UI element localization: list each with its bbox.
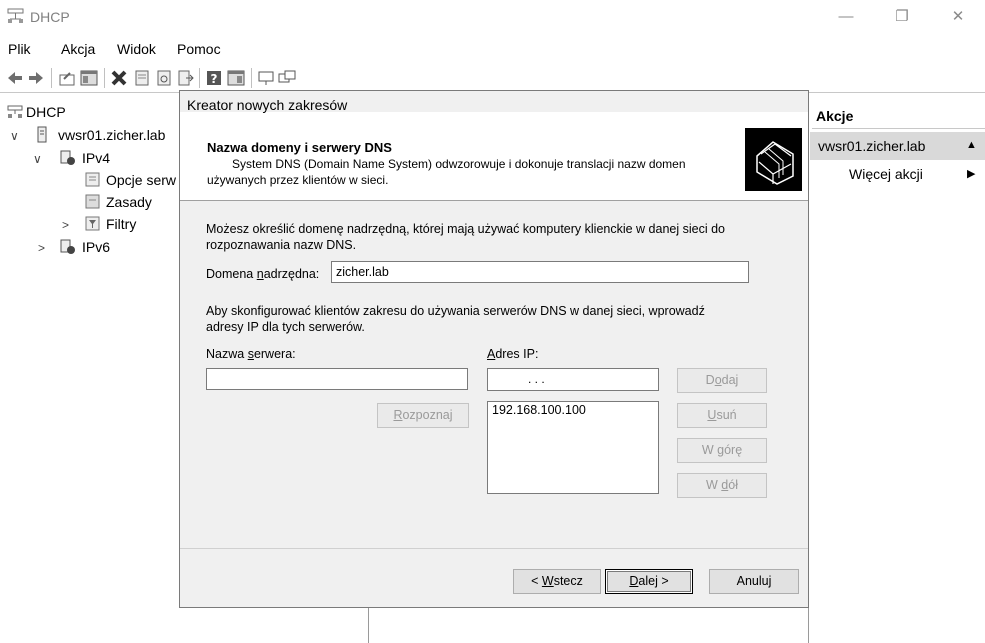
window-title: DHCP [30, 9, 70, 25]
up-icon[interactable] [58, 69, 76, 87]
forward-icon[interactable] [27, 69, 45, 87]
dns-servers-intro: Aby skonfigurować klientów zakresu do uż… [206, 303, 705, 335]
wizard-books-icon [745, 128, 802, 191]
tree-item-policies[interactable]: Zasady [106, 194, 152, 210]
chevron-down-icon[interactable]: ∨ [10, 129, 19, 143]
list-item[interactable]: 192.168.100.100 [488, 402, 658, 418]
policies-icon [85, 194, 100, 209]
toolbar-separator [199, 68, 200, 88]
intro-line: Aby skonfigurować klientów zakresu do uż… [206, 304, 705, 318]
add-button[interactable]: Dodaj [677, 368, 767, 393]
back-icon[interactable] [6, 69, 24, 87]
dhcp-root-icon [7, 105, 23, 118]
chevron-right-icon[interactable]: > [62, 218, 69, 232]
next-button[interactable]: Dalej > [605, 569, 693, 594]
dhcp-app-icon [7, 8, 24, 23]
tree-item-ipv4[interactable]: IPv4 [82, 150, 110, 166]
properties-icon[interactable] [133, 69, 151, 87]
tree-item-server[interactable]: vwsr01.zicher.lab [58, 127, 165, 143]
chevron-down-icon[interactable]: ∨ [33, 152, 42, 166]
scope-options-icon [85, 172, 100, 187]
tree-item-filters[interactable]: Filtry [106, 216, 136, 232]
menu-action[interactable]: Akcja [61, 41, 95, 57]
remove-button[interactable]: Usuń [677, 403, 767, 428]
wizard-page-description: System DNS (Domain Name System) odwzorow… [207, 156, 732, 188]
move-down-button[interactable]: W dół [677, 473, 767, 498]
resolve-button[interactable]: Rozpoznaj [377, 403, 469, 428]
wizard-page-heading: Nazwa domeny i serwery DNS [207, 140, 392, 155]
filters-icon [85, 216, 100, 231]
refresh-icon[interactable] [155, 69, 173, 87]
collapse-up-icon[interactable]: ▲ [966, 139, 977, 151]
actions-header: Akcje [812, 103, 985, 129]
description-line: używanych przez klientów w sieci. [207, 173, 389, 187]
intro-line: Możesz określić domenę nadrzędną, której… [206, 222, 725, 236]
action-pane-icon[interactable] [227, 69, 245, 87]
export-icon[interactable] [177, 69, 195, 87]
toolbar-separator [104, 68, 105, 88]
menu-view[interactable]: Widok [117, 41, 156, 57]
cancel-button[interactable]: Anuluj [709, 569, 799, 594]
dns-ip-list[interactable]: 192.168.100.100 [487, 401, 659, 494]
tree-item-ipv6[interactable]: IPv6 [82, 239, 110, 255]
svg-text:?: ? [211, 72, 218, 86]
toolbar-separator [51, 68, 52, 88]
chevron-right-icon[interactable]: > [38, 241, 45, 255]
submenu-arrow-icon: ▶ [967, 168, 976, 180]
console-tree-icon[interactable] [80, 69, 98, 87]
ipv6-icon [60, 239, 75, 254]
intro-line: rozpoznawania nazw DNS. [206, 238, 357, 252]
tree-item-scope-options[interactable]: Opcje serw [106, 172, 176, 188]
more-actions-item[interactable]: Więcej akcji [849, 166, 923, 182]
ip-address-label: Adres IP: [487, 347, 539, 361]
parent-domain-intro: Możesz określić domenę nadrzędną, której… [206, 221, 725, 253]
maximize-button[interactable]: ❐ [879, 0, 925, 34]
menu-help[interactable]: Pomoc [177, 41, 221, 57]
footer-divider [180, 548, 808, 549]
description-line: System DNS (Domain Name System) odwzorow… [232, 157, 686, 171]
parent-domain-label: Domena nadrzędna: [206, 267, 320, 281]
server-node-icon [37, 126, 47, 143]
scope-icon[interactable] [278, 69, 296, 87]
parent-domain-input[interactable] [331, 261, 749, 283]
ip-dots: . . . [528, 372, 545, 386]
server-icon[interactable] [257, 69, 275, 87]
ip-address-input[interactable]: . . . [487, 368, 659, 391]
server-name-label: Nazwa serwera: [206, 347, 296, 361]
move-up-button[interactable]: W górę [677, 438, 767, 463]
help-icon[interactable]: ? [205, 69, 223, 87]
actions-section-label: vwsr01.zicher.lab [818, 138, 926, 154]
ipv4-icon [60, 150, 75, 165]
server-name-input[interactable] [206, 368, 468, 390]
intro-line: adresy IP dla tych serwerów. [206, 320, 365, 334]
delete-icon[interactable] [110, 69, 128, 87]
tree-item-dhcp[interactable]: DHCP [26, 104, 66, 120]
menu-file[interactable]: Plik [8, 41, 31, 57]
close-button[interactable]: ✕ [935, 0, 981, 34]
back-button[interactable]: < Wstecz [513, 569, 601, 594]
dialog-title: Kreator nowych zakresów [187, 97, 348, 113]
minimize-button[interactable]: — [823, 0, 869, 34]
toolbar-separator [251, 68, 252, 88]
